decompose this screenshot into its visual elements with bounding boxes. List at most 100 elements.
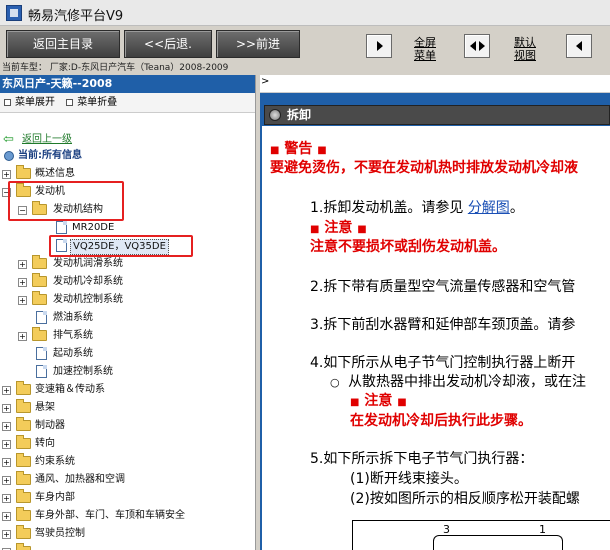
expand-toggle-icon[interactable]: +: [2, 494, 11, 503]
path-marker: >: [261, 76, 270, 87]
tree-item-fuel[interactable]: 燃油系统: [0, 309, 255, 327]
collapse-all-button[interactable]: 菜单折叠: [66, 93, 117, 113]
tree-item-engine-control[interactable]: + 发动机控制系统: [0, 291, 255, 309]
split-view-button[interactable]: [464, 34, 490, 58]
folder-icon: [16, 489, 31, 503]
tree-item-body-interior[interactable]: + 车身内部: [0, 489, 255, 507]
fullscreen-menu-link[interactable]: 全屏菜单: [411, 36, 439, 62]
tree-item-label: 燃油系统: [53, 312, 93, 323]
folder-icon: [16, 507, 31, 521]
tree-item-steering[interactable]: + 转向: [0, 435, 255, 453]
step-1: 1.拆卸发动机盖。请参见 分解图。: [310, 199, 524, 217]
figure-outline: [433, 535, 563, 550]
section-title: 拆卸: [287, 108, 312, 122]
current-vehicle: 当前车型： 厂家:D-东风日产汽车（Teana）2008-2009: [0, 62, 610, 75]
title-bar: 畅易汽修平台V9: [0, 0, 610, 26]
folder-icon: [16, 381, 31, 395]
tree-item-label: 通风、加热器和空调: [35, 474, 125, 485]
expand-toggle-icon[interactable]: +: [18, 260, 27, 269]
expand-toggle-icon[interactable]: +: [2, 440, 11, 449]
highlight-box-engine: [8, 181, 124, 221]
show-left-pane-button[interactable]: [566, 34, 592, 58]
tree-item-label: 车身外部、车门、车顶和车辆安全: [35, 510, 185, 521]
expand-toggle-icon[interactable]: +: [18, 332, 27, 341]
back-button[interactable]: <<后退.: [124, 30, 212, 58]
expand-toggle-icon[interactable]: +: [2, 170, 11, 179]
tree-item-label: 约束系统: [35, 456, 75, 467]
diagram-figure: 3 1: [352, 520, 610, 550]
tree-item-cooling[interactable]: + 发动机冷却系统: [0, 273, 255, 291]
current-label: 当前:所有信息: [18, 150, 82, 161]
expand-toggle-icon[interactable]: +: [2, 530, 11, 539]
expand-toggle-icon[interactable]: +: [18, 296, 27, 305]
tree-item-label: 变速箱＆传动系: [35, 384, 105, 395]
tree-item-transmission[interactable]: + 变速箱＆传动系: [0, 381, 255, 399]
warning-title: 警告: [284, 141, 313, 157]
expand-toggle-icon[interactable]: +: [18, 278, 27, 287]
tree-item-label: 发动机润滑系统: [53, 258, 123, 269]
caution-square-icon: ■: [350, 397, 360, 408]
folder-icon: [32, 327, 47, 341]
forward-button[interactable]: >>前进: [216, 30, 300, 58]
tree-item-label: 转向: [35, 438, 55, 449]
step-4: 4.如下所示从电子节气门控制执行器上断开: [310, 355, 576, 371]
expand-toggle-icon[interactable]: +: [2, 512, 11, 521]
expand-all-label: 菜单展开: [15, 97, 55, 108]
tree-item-driver-controls[interactable]: + 驾驶员控制: [0, 525, 255, 543]
toolbar: 返回主目录 <<后退. >>前进 全屏菜单 默认视图: [0, 26, 610, 62]
expand-icon: [4, 99, 11, 106]
back-home-button[interactable]: 返回主目录: [6, 30, 120, 58]
caution-text-1: 注意不要损坏或刮伤发动机盖。: [310, 239, 506, 255]
tree-item-body-exterior[interactable]: + 车身外部、车门、车顶和车辆安全: [0, 507, 255, 525]
document-icon: [56, 221, 67, 234]
model-header: 东风日产-天籁--2008: [0, 75, 255, 93]
bullet-circle-icon: ○: [330, 376, 340, 389]
info-icon: [4, 151, 14, 161]
tree-item-label: 车身内部: [35, 492, 75, 503]
tree-item-label: 起动系统: [53, 348, 93, 359]
expand-toggle-icon[interactable]: +: [2, 386, 11, 395]
exploded-view-link[interactable]: 分解图: [468, 200, 510, 216]
arrow-left-icon: [576, 41, 582, 51]
expand-toggle-icon[interactable]: +: [2, 422, 11, 431]
tree-item-label: 排气系统: [53, 330, 93, 341]
expand-toggle-icon[interactable]: +: [2, 476, 11, 485]
step-1-text: 1.拆卸发动机盖。请参见: [310, 200, 468, 216]
show-right-pane-button[interactable]: [366, 34, 392, 58]
tree-item-label: 发动机控制系统: [53, 294, 123, 305]
warning-text: 要避免烫伤，不要在发动机热时排放发动机冷却液: [270, 160, 578, 176]
tree-item-brakes[interactable]: + 制动器: [0, 417, 255, 435]
document-icon: [36, 347, 47, 360]
caution-text-2: 在发动机冷却后执行此步骤。: [350, 413, 532, 429]
tree-item-cutoff[interactable]: +: [0, 543, 255, 550]
expand-toggle-icon[interactable]: +: [2, 404, 11, 413]
warning-square-icon: ■: [317, 145, 327, 156]
document-icon: [36, 365, 47, 378]
step-1-end: 。: [509, 200, 524, 216]
tree-item-hvac[interactable]: + 通风、加热器和空调: [0, 471, 255, 489]
highlight-box-vq25de: [49, 235, 193, 257]
content-pane: > 拆卸 ■ 警告 ■ 要避免烫伤，不要在发动机热时排放发动机冷却液 1.拆卸发…: [260, 75, 610, 550]
current-info: 当前:所有信息: [0, 147, 255, 165]
caution-square-icon: ■: [310, 224, 320, 235]
tree-item-starting[interactable]: 起动系统: [0, 345, 255, 363]
tree-toolbar: 菜单展开 菜单折叠: [0, 93, 255, 113]
tree-item-lubrication[interactable]: + 发动机润滑系统: [0, 255, 255, 273]
tree-item-restraints[interactable]: + 约束系统: [0, 453, 255, 471]
document-icon: [36, 311, 47, 324]
folder-icon: [16, 525, 31, 539]
folder-icon: [16, 471, 31, 485]
app-icon: [6, 5, 22, 21]
expand-all-button[interactable]: 菜单展开: [4, 93, 55, 113]
default-view-link[interactable]: 默认视图: [511, 36, 539, 62]
step-5-b: (2)按如图所示的相反顺序松开装配螺: [350, 491, 580, 507]
tree-item-exhaust[interactable]: + 排气系统: [0, 327, 255, 345]
expand-toggle-icon[interactable]: +: [2, 458, 11, 467]
warning-square-icon: ■: [270, 145, 280, 156]
tree-item-label: 发动机冷却系统: [53, 276, 123, 287]
step-4-bullet-text: 从散热器中排出发动机冷却液，或在注: [348, 374, 587, 390]
tree-item-accel-control[interactable]: 加速控制系统: [0, 363, 255, 381]
tree-item-suspension[interactable]: + 悬架: [0, 399, 255, 417]
caution-title-2: 注意: [364, 393, 393, 409]
tree-item-label: 加速控制系统: [53, 366, 113, 377]
